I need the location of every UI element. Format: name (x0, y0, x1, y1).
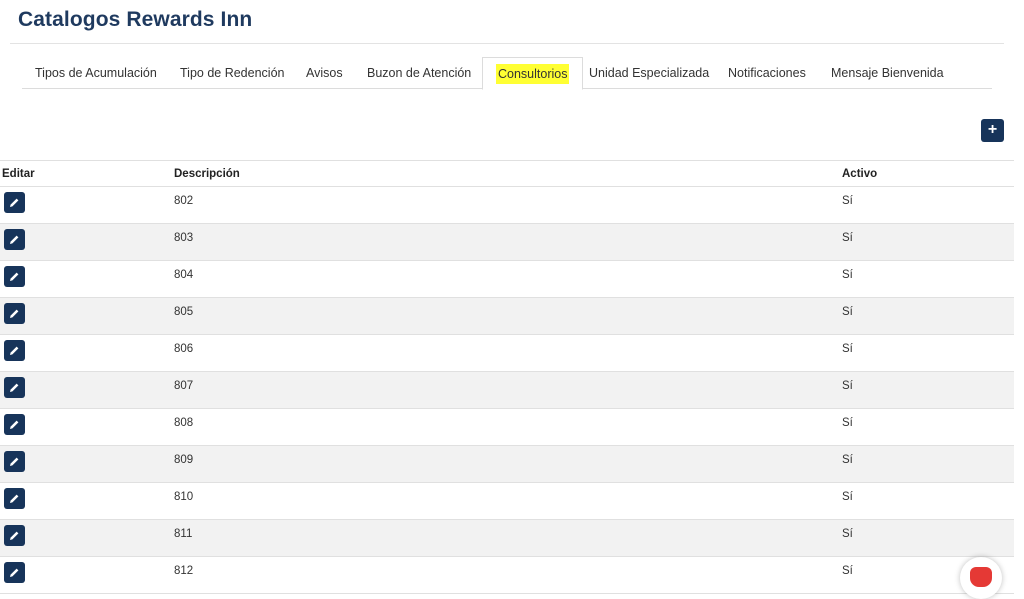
tab-notificaciones[interactable]: Notificaciones (715, 57, 819, 89)
chat-icon (970, 567, 992, 587)
tab-buzon-de-atencion[interactable]: Buzon de Atención (354, 57, 484, 89)
cell-edit (0, 371, 172, 409)
cell-edit (0, 556, 172, 594)
cell-edit (0, 334, 172, 372)
pencil-icon (10, 272, 19, 281)
pencil-icon (10, 420, 19, 429)
tab-mensaje-bienvenida[interactable]: Mensaje Bienvenida (818, 57, 957, 89)
cell-edit (0, 408, 172, 446)
tab-tipo-de-redencion[interactable]: Tipo de Redención (167, 57, 297, 89)
pencil-icon (10, 235, 19, 244)
cell-activo: Sí (840, 371, 1014, 409)
plus-icon: + (987, 121, 998, 138)
cell-activo: Sí (840, 260, 1014, 298)
cell-activo: Sí (840, 297, 1014, 335)
cell-activo: Sí (840, 408, 1014, 446)
table-row: 812 Sí (0, 556, 1014, 594)
table-row: 807 Sí (0, 371, 1014, 409)
edit-button[interactable] (4, 340, 25, 361)
pencil-icon (10, 346, 19, 355)
edit-button[interactable] (4, 525, 25, 546)
table-row: 806 Sí (0, 334, 1014, 372)
cell-descripcion: 812 (172, 556, 840, 594)
header-activo: Activo (840, 160, 1014, 187)
cell-descripcion: 804 (172, 260, 840, 298)
pencil-icon (10, 531, 19, 540)
pencil-icon (10, 457, 19, 466)
table-row: 802 Sí (0, 186, 1014, 224)
header-editar: Editar (0, 160, 172, 187)
cell-descripcion: 806 (172, 334, 840, 372)
pencil-icon (10, 494, 19, 503)
cell-descripcion: 807 (172, 371, 840, 409)
cell-activo: Sí (840, 223, 1014, 261)
cell-edit (0, 297, 172, 335)
cell-edit (0, 186, 172, 224)
table-header-row: Editar Descripción Activo (0, 160, 1014, 187)
pencil-icon (10, 568, 19, 577)
edit-button[interactable] (4, 377, 25, 398)
edit-button[interactable] (4, 192, 25, 213)
edit-button[interactable] (4, 562, 25, 583)
page-title: Catalogos Rewards Inn (18, 8, 253, 31)
edit-button[interactable] (4, 488, 25, 509)
cell-descripcion: 805 (172, 297, 840, 335)
cell-edit (0, 482, 172, 520)
edit-button[interactable] (4, 303, 25, 324)
consultorios-table: Editar Descripción Activo 802 Sí 803 Sí 804 S… (0, 160, 1014, 594)
cell-descripcion: 810 (172, 482, 840, 520)
cell-activo: Sí (840, 186, 1014, 224)
table-row: 808 Sí (0, 408, 1014, 446)
cell-descripcion: 803 (172, 223, 840, 261)
add-button[interactable]: + (981, 119, 1004, 142)
cell-edit (0, 519, 172, 557)
cell-activo: Sí (840, 519, 1014, 557)
cell-edit (0, 445, 172, 483)
edit-button[interactable] (4, 414, 25, 435)
tab-tipos-de-acumulacion[interactable]: Tipos de Acumulación (22, 57, 170, 89)
edit-button[interactable] (4, 229, 25, 250)
tab-avisos[interactable]: Avisos (293, 57, 356, 89)
pencil-icon (10, 383, 19, 392)
edit-button[interactable] (4, 451, 25, 472)
table-row: 804 Sí (0, 260, 1014, 298)
title-divider (10, 43, 1004, 44)
cell-edit (0, 260, 172, 298)
tab-unidad-especializada[interactable]: Unidad Especializada (576, 57, 722, 89)
tab-consultorios[interactable]: Consultorios (482, 57, 584, 90)
table-row: 803 Sí (0, 223, 1014, 261)
table-row: 811 Sí (0, 519, 1014, 557)
cell-edit (0, 223, 172, 261)
pencil-icon (10, 309, 19, 318)
tab-bar: Tipos de Acumulación Tipo de Redención A… (22, 57, 992, 90)
cell-descripcion: 808 (172, 408, 840, 446)
table-row: 805 Sí (0, 297, 1014, 335)
header-descripcion: Descripción (172, 160, 840, 187)
cell-descripcion: 809 (172, 445, 840, 483)
cell-activo: Sí (840, 482, 1014, 520)
cell-descripcion: 802 (172, 186, 840, 224)
table-row: 809 Sí (0, 445, 1014, 483)
cell-activo: Sí (840, 334, 1014, 372)
cell-activo: Sí (840, 445, 1014, 483)
chat-widget-button[interactable] (960, 557, 1002, 599)
table-row: 810 Sí (0, 482, 1014, 520)
cell-descripcion: 811 (172, 519, 840, 557)
pencil-icon (10, 198, 19, 207)
edit-button[interactable] (4, 266, 25, 287)
